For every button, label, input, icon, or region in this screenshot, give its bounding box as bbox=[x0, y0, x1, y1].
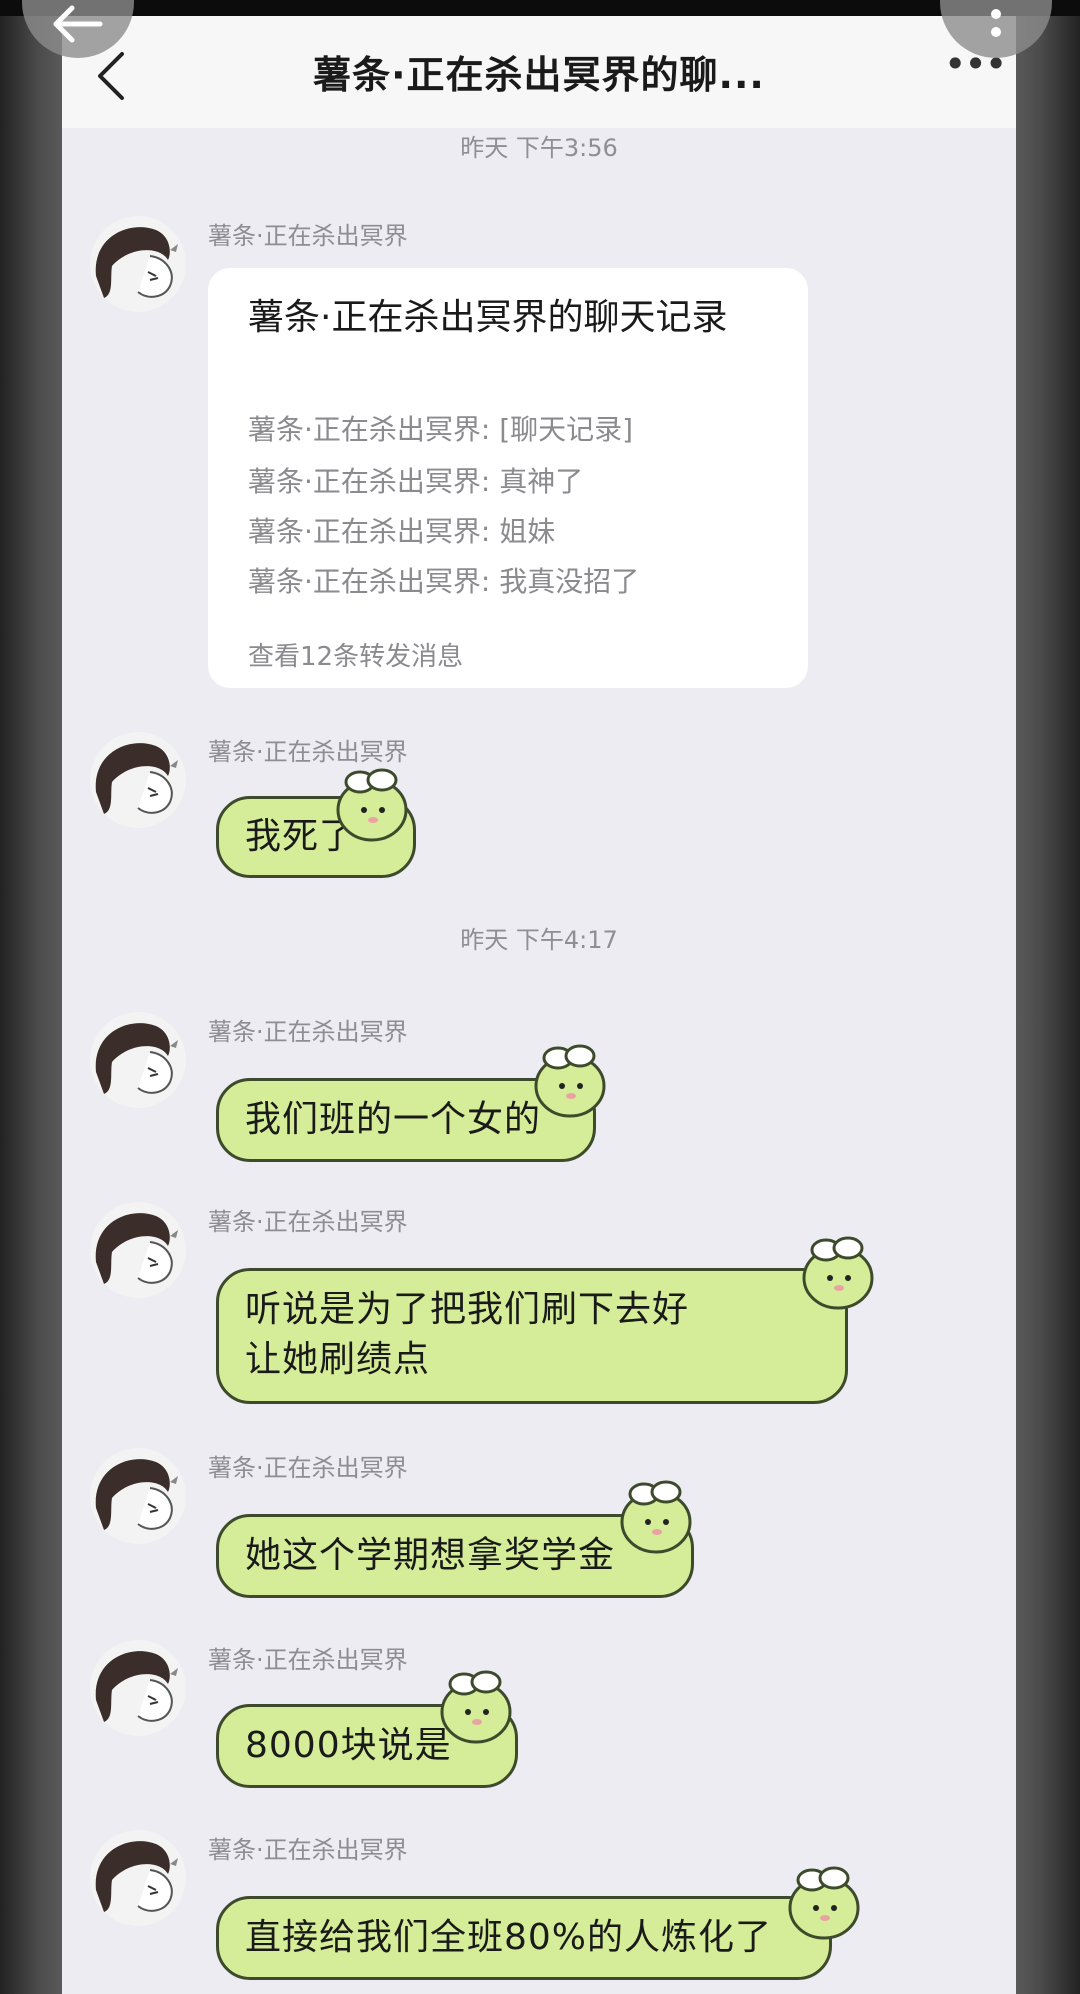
message-bubble[interactable]: 直接给我们全班80%的人炼化了 bbox=[216, 1896, 832, 1980]
chat-screen: 薯条·正在杀出冥界的聊... ••• 昨天 下午3:56 薯条·正在杀出冥界 薯… bbox=[62, 16, 1016, 1994]
avatar[interactable] bbox=[90, 1202, 186, 1298]
left-frame bbox=[0, 16, 62, 1994]
right-frame bbox=[1016, 16, 1080, 1994]
sheep-sticker-icon bbox=[620, 1480, 692, 1554]
forwarded-chat-card[interactable]: 薯条·正在杀出冥界的聊天记录 薯条·正在杀出冥界: [聊天记录] 薯条·正在杀出… bbox=[208, 268, 808, 688]
kebab-menu-icon bbox=[991, 9, 1001, 37]
message-text: 她这个学期想拿奖学金 bbox=[245, 1535, 616, 1576]
sheep-sticker-icon bbox=[788, 1866, 860, 1940]
avatar[interactable] bbox=[90, 1640, 186, 1736]
message-text: 直接给我们全班80%的人炼化了 bbox=[245, 1917, 773, 1958]
sender-name: 薯条·正在杀出冥界 bbox=[208, 1208, 408, 1236]
avatar[interactable] bbox=[90, 1448, 186, 1544]
timestamp: 昨天 下午3:56 bbox=[460, 134, 618, 162]
chat-title: 薯条·正在杀出冥界的聊... bbox=[313, 53, 765, 97]
sheep-sticker-icon bbox=[802, 1236, 874, 1310]
sender-name: 薯条·正在杀出冥界 bbox=[208, 222, 408, 250]
sender-name: 薯条·正在杀出冥界 bbox=[208, 1646, 408, 1674]
avatar[interactable] bbox=[90, 216, 186, 312]
card-footer: 查看12条转发消息 bbox=[248, 642, 464, 672]
card-line: 薯条·正在杀出冥界: 我真没招了 bbox=[248, 565, 640, 598]
sender-name: 薯条·正在杀出冥界 bbox=[208, 1454, 408, 1482]
sheep-sticker-icon bbox=[440, 1670, 512, 1744]
chat-header: 薯条·正在杀出冥界的聊... ••• bbox=[62, 16, 1016, 128]
avatar[interactable] bbox=[90, 732, 186, 828]
message-text: 听说是为了把我们刷下去好让她刷绩点 bbox=[245, 1289, 690, 1380]
arrow-left-icon bbox=[53, 5, 103, 43]
message-bubble[interactable]: 听说是为了把我们刷下去好让她刷绩点 bbox=[216, 1268, 848, 1404]
timestamp: 昨天 下午4:17 bbox=[460, 926, 618, 954]
avatar[interactable] bbox=[90, 1830, 186, 1926]
card-line: 薯条·正在杀出冥界: 姐妹 bbox=[248, 515, 556, 548]
sheep-sticker-icon bbox=[336, 768, 408, 842]
sender-name: 薯条·正在杀出冥界 bbox=[208, 738, 408, 766]
message-text: 我们班的一个女的 bbox=[245, 1099, 542, 1140]
card-line: 薯条·正在杀出冥界: 真神了 bbox=[248, 465, 584, 498]
sender-name: 薯条·正在杀出冥界 bbox=[208, 1836, 408, 1864]
sheep-sticker-icon bbox=[534, 1044, 606, 1118]
status-bar bbox=[0, 0, 1080, 16]
avatar[interactable] bbox=[90, 1012, 186, 1108]
sender-name: 薯条·正在杀出冥界 bbox=[208, 1018, 408, 1046]
card-line: 薯条·正在杀出冥界: [聊天记录] bbox=[248, 413, 634, 446]
card-title: 薯条·正在杀出冥界的聊天记录 bbox=[248, 297, 728, 338]
